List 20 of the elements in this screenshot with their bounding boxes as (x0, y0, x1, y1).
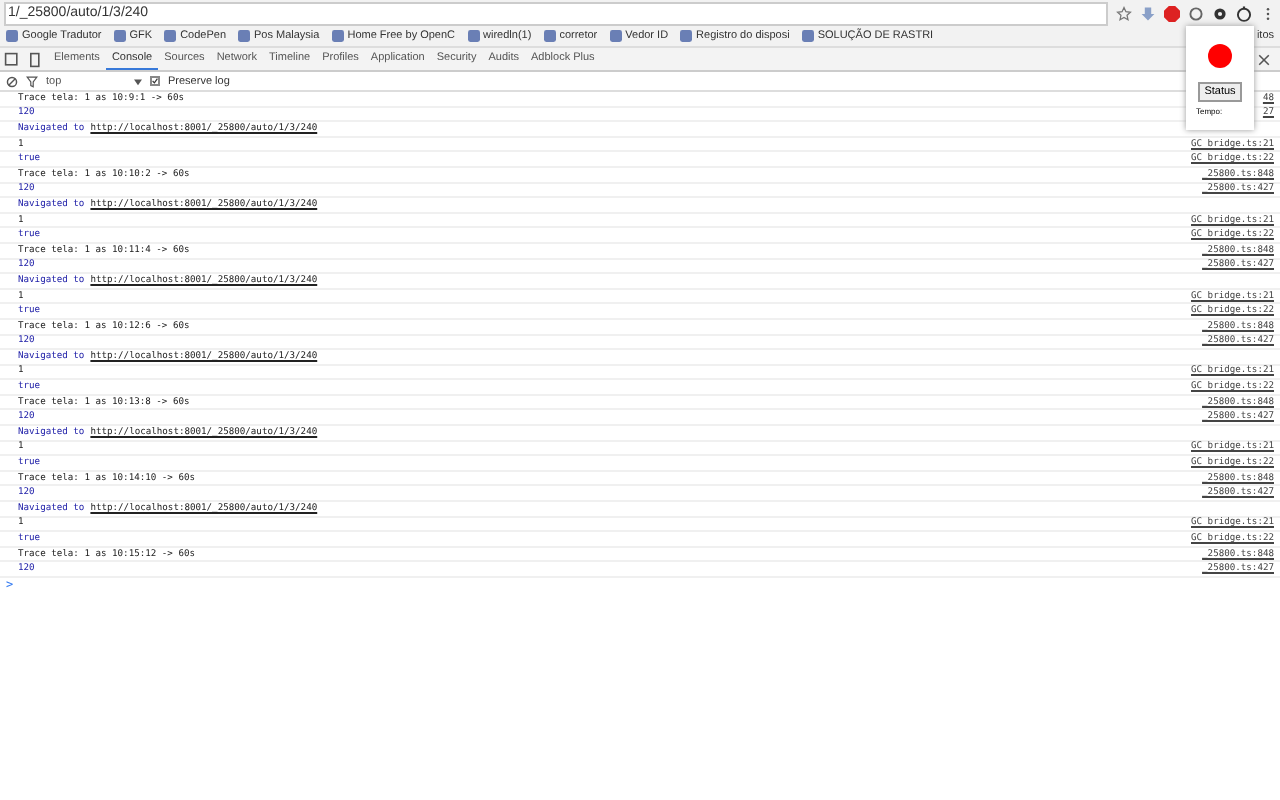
square-icon (331, 30, 344, 42)
square-icon (680, 30, 693, 42)
square-icon (801, 30, 814, 42)
square-icon (543, 30, 556, 42)
square-icon (467, 30, 480, 42)
inspect-icon[interactable] (4, 51, 20, 67)
square-icon (6, 30, 18, 42)
square-icon (113, 30, 126, 42)
clear-icon[interactable] (6, 75, 18, 87)
square-icon (609, 30, 622, 42)
close-icon[interactable] (1258, 53, 1270, 65)
square-icon (164, 30, 177, 42)
filter-icon[interactable] (26, 75, 38, 87)
square-icon (238, 30, 250, 42)
stop-sign-icon[interactable] (1164, 5, 1180, 21)
device-icon[interactable] (26, 51, 42, 67)
dropdown-icon[interactable] (134, 77, 142, 85)
star-icon[interactable] (1116, 5, 1132, 21)
stopwatch-icon[interactable] (1236, 5, 1252, 21)
checkbox[interactable] (150, 76, 160, 86)
